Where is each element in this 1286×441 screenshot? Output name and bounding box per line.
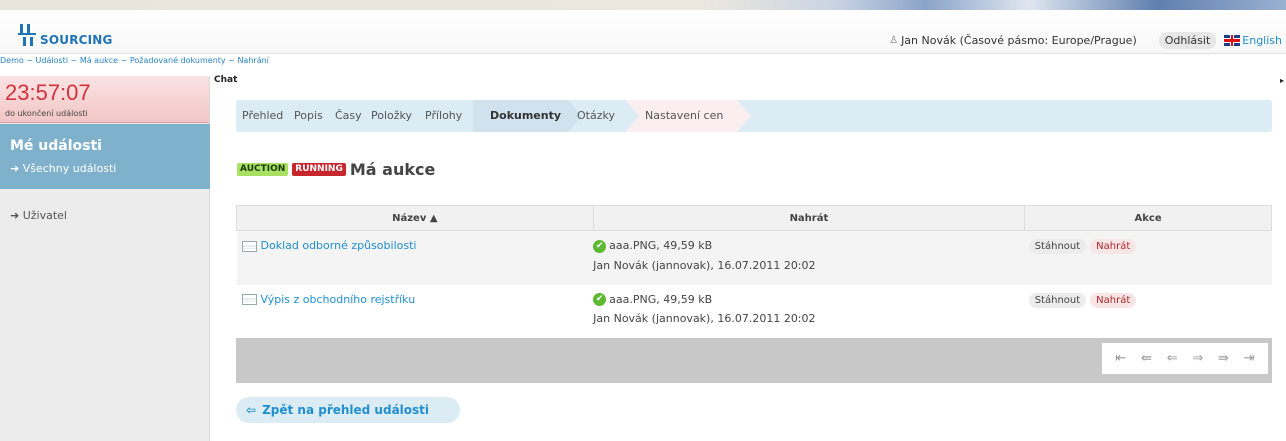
my-events-panel: Mé události ➜ Všechny události [0,124,210,189]
logo-mark-icon [18,24,38,46]
column-header-actions: Akce [1024,205,1272,231]
download-button[interactable]: Stáhnout [1028,239,1087,254]
tab-separator-icon [737,100,751,132]
tab-description[interactable]: Popis [294,109,323,122]
user-name[interactable]: Jan Novák (Časové pásmo: Europe/Prague) [901,34,1137,47]
logo-text: SOURCING [40,33,113,47]
all-events-link[interactable]: ➜ Všechny události [10,162,116,175]
uploader-info: Jan Novák (jannovak), 16.07.2011 20:02 [593,258,816,272]
pager-bar: ⇤ ⇚ ⇐ ⇒ ⇛ ⇥ [236,338,1272,383]
back-label: Zpět na přehled události [262,403,430,417]
status-badge: RUNNING [292,163,346,176]
first-page-icon[interactable]: ⇤ [1115,351,1126,366]
tab-times[interactable]: Časy [335,109,362,122]
check-icon: ✔ [593,239,607,253]
document-icon [241,240,257,252]
tab-questions[interactable]: Otázky [577,109,615,122]
upload-button[interactable]: Nahrát [1090,292,1137,308]
arrow-right-icon: ➜ [10,162,23,175]
document-icon [241,294,257,305]
documents-table: Název ▲ Nahrát Akce Doklad odborné způso… [236,205,1272,339]
back-arrow-icon: ⇦ [246,403,257,417]
auction-badge: AUCTION [237,163,289,176]
document-name-cell: Doklad odborné způsobilosti [236,230,594,285]
tab-bar: Přehled Popis Časy Položky Přílohy Dokum… [236,100,1272,132]
language-link[interactable]: English [1242,34,1282,47]
timer-label: do ukončení události [5,109,88,118]
file-info: aaa.PNG, 49,59 kB [609,292,713,306]
top-banner [0,0,1286,10]
arrow-right-icon: ➜ [10,209,23,222]
chat-label[interactable]: Chat [214,75,237,85]
pager: ⇤ ⇚ ⇐ ⇒ ⇛ ⇥ [1102,343,1268,374]
breadcrumb[interactable]: Demo ~ Události ~ Má aukce ~ Požadované … [0,56,269,65]
table-row: Doklad odborné způsobilosti ✔ aaa.PNG, 49… [236,230,1272,285]
user-area: ♙ Jan Novák (Časové pásmo: Europe/Prague… [889,32,1282,49]
auction-heading: AUCTION RUNNING Má aukce [237,160,435,179]
countdown-timer: 23:57:07 [5,80,91,105]
header: SOURCING ♙ Jan Novák (Časové pásmo: Euro… [0,10,1286,54]
page-title: Má aukce [349,160,436,179]
tab-overview[interactable]: Přehled [242,109,283,122]
upload-button[interactable]: Nahrát [1090,239,1137,254]
users-label: Uživatel [22,209,67,222]
next-page-icon[interactable]: ⇒ [1192,351,1203,366]
sidebar: 23:57:07 do ukončení události Mé událost… [0,76,210,441]
logo[interactable]: SOURCING [18,22,113,46]
download-button[interactable]: Stáhnout [1028,292,1087,308]
actions-cell: Stáhnout Nahrát [1024,284,1272,339]
last-page-icon[interactable]: ⇥ [1244,351,1255,366]
logout-button[interactable]: Odhlásit [1158,32,1217,49]
upload-cell: ✔ aaa.PNG, 49,59 kB Jan Novák (jannovak),… [593,284,1025,339]
timer-box: 23:57:07 do ukončení události [0,76,209,123]
users-link[interactable]: ➜ Uživatel [10,209,67,222]
user-icon: ♙ [889,35,899,46]
uploader-info: Jan Novák (jannovak), 16.07.2011 20:02 [593,312,816,325]
back-to-overview-button[interactable]: ⇦ Zpět na přehled události [236,397,460,423]
my-events-title[interactable]: Mé události [10,138,102,154]
document-link[interactable]: Doklad odborné způsobilosti [261,239,417,252]
upload-cell: ✔ aaa.PNG, 49,59 kB Jan Novák (jannovak),… [593,230,1025,285]
chat-expand-icon[interactable]: ▸ [1280,76,1284,85]
actions-cell: Stáhnout Nahrát [1024,230,1272,285]
tab-attachments[interactable]: Přílohy [425,109,462,122]
table-row: Výpis z obchodního rejstříku ✔ aaa.PNG, 4… [236,284,1272,339]
prev-fast-icon[interactable]: ⇚ [1141,351,1152,366]
tab-documents[interactable]: Dokumenty [490,109,561,122]
uk-flag-icon[interactable] [1224,35,1241,46]
all-events-label: Všechny události [22,162,117,175]
prev-page-icon[interactable]: ⇐ [1167,351,1178,366]
column-header-name[interactable]: Název ▲ [236,205,594,231]
column-header-upload: Nahrát [592,205,1026,231]
next-fast-icon[interactable]: ⇛ [1218,351,1229,366]
tab-separator-icon [625,100,639,132]
tab-price-settings[interactable]: Nastavení cen [645,109,723,122]
tab-items[interactable]: Položky [371,109,412,122]
check-icon: ✔ [593,293,607,306]
document-name-cell: Výpis z obchodního rejstříku [236,284,594,339]
file-info: aaa.PNG, 49,59 kB [609,239,713,252]
document-link[interactable]: Výpis z obchodního rejstříku [261,293,416,306]
